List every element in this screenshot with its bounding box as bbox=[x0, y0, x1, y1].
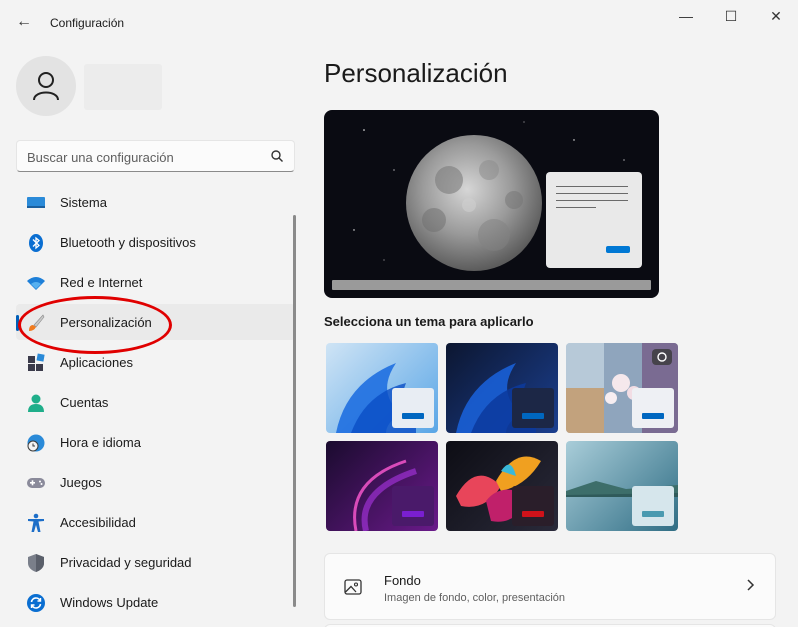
shield-icon bbox=[28, 554, 44, 572]
sidebar-item-sistema[interactable]: Sistema bbox=[16, 184, 295, 220]
theme-chip bbox=[632, 388, 674, 428]
theme-tile[interactable] bbox=[326, 441, 438, 531]
theme-accent-bar bbox=[642, 511, 664, 517]
user-name-redacted bbox=[84, 64, 162, 110]
back-button[interactable]: ← bbox=[14, 12, 34, 32]
chevron-right-icon bbox=[747, 579, 755, 591]
sidebar-item-label: Sistema bbox=[60, 195, 107, 210]
theme-tile[interactable] bbox=[446, 441, 558, 531]
search-icon[interactable] bbox=[270, 149, 284, 163]
sidebar-item-label: Bluetooth y dispositivos bbox=[60, 235, 196, 250]
title-bar: ← Configuración — ☐ ✕ bbox=[0, 0, 798, 44]
close-button[interactable]: ✕ bbox=[756, 6, 796, 26]
camera-icon bbox=[652, 349, 672, 365]
sidebar-item-label: Accesibilidad bbox=[60, 515, 136, 530]
theme-chip bbox=[392, 388, 434, 428]
theme-accent-bar bbox=[402, 511, 424, 517]
minimize-button[interactable]: — bbox=[666, 6, 706, 26]
monitor-icon bbox=[27, 197, 45, 208]
theme-chip bbox=[392, 486, 434, 526]
person-icon bbox=[33, 72, 59, 101]
sidebar-item-label: Cuentas bbox=[60, 395, 109, 410]
sidebar-item-accesibilidad[interactable]: Accesibilidad bbox=[16, 504, 295, 540]
sidebar-nav: Sistema Bluetooth y dispositivos Red e I… bbox=[16, 184, 295, 624]
avatar bbox=[16, 56, 76, 116]
sidebar-item-hora[interactable]: Hora e idioma bbox=[16, 424, 295, 460]
wifi-icon bbox=[27, 277, 45, 290]
sidebar-item-red[interactable]: Red e Internet bbox=[16, 264, 295, 300]
search-box[interactable] bbox=[16, 140, 295, 172]
theme-tile[interactable] bbox=[326, 343, 438, 433]
theme-accent-bar bbox=[402, 413, 424, 419]
fondo-card[interactable]: Fondo Imagen de fondo, color, presentaci… bbox=[324, 553, 776, 620]
sidebar-item-windows-update[interactable]: Windows Update bbox=[16, 584, 295, 620]
app-title: Configuración bbox=[50, 16, 125, 30]
theme-chip bbox=[512, 388, 554, 428]
sidebar-scrollbar[interactable] bbox=[293, 215, 296, 607]
sidebar-item-cuentas[interactable]: Cuentas bbox=[16, 384, 295, 420]
theme-grid bbox=[326, 343, 678, 531]
sidebar-item-label: Red e Internet bbox=[60, 275, 143, 290]
sidebar-item-privacidad[interactable]: Privacidad y seguridad bbox=[16, 544, 295, 580]
themes-section-label: Selecciona un tema para aplicarlo bbox=[324, 314, 534, 329]
sidebar-item-label: Aplicaciones bbox=[60, 355, 133, 370]
theme-tile[interactable] bbox=[566, 441, 678, 531]
theme-accent-bar bbox=[522, 413, 544, 419]
theme-chip bbox=[632, 486, 674, 526]
fondo-card-subtitle: Imagen de fondo, color, presentación bbox=[384, 592, 566, 604]
sidebar-item-juegos[interactable]: Juegos bbox=[16, 464, 295, 500]
theme-chip bbox=[512, 486, 554, 526]
person-icon bbox=[28, 394, 44, 412]
preview-taskbar bbox=[332, 280, 651, 290]
theme-accent-bar bbox=[642, 413, 664, 419]
bluetooth-icon bbox=[29, 234, 43, 252]
highlight-annotation bbox=[18, 296, 172, 354]
theme-tile[interactable] bbox=[446, 343, 558, 433]
apps-icon bbox=[28, 353, 45, 371]
preview-window bbox=[546, 172, 642, 268]
search-input[interactable] bbox=[27, 147, 267, 167]
sidebar-item-label: Privacidad y seguridad bbox=[60, 555, 192, 570]
theme-accent-bar bbox=[522, 511, 544, 517]
page-title: Personalización bbox=[324, 58, 508, 88]
maximize-button[interactable]: ☐ bbox=[711, 6, 751, 26]
sidebar-item-bluetooth[interactable]: Bluetooth y dispositivos bbox=[16, 224, 295, 260]
theme-tile[interactable] bbox=[566, 343, 678, 433]
clock-globe-icon bbox=[27, 434, 45, 452]
accessibility-icon bbox=[28, 513, 44, 532]
theme-preview bbox=[324, 110, 659, 298]
gamepad-icon bbox=[27, 478, 45, 488]
sidebar-item-label: Juegos bbox=[60, 475, 102, 490]
sidebar-item-label: Hora e idioma bbox=[60, 435, 141, 450]
fondo-card-title: Fondo bbox=[384, 573, 421, 588]
update-icon bbox=[27, 594, 45, 612]
picture-icon bbox=[344, 579, 362, 595]
sidebar-item-label: Windows Update bbox=[60, 595, 159, 610]
